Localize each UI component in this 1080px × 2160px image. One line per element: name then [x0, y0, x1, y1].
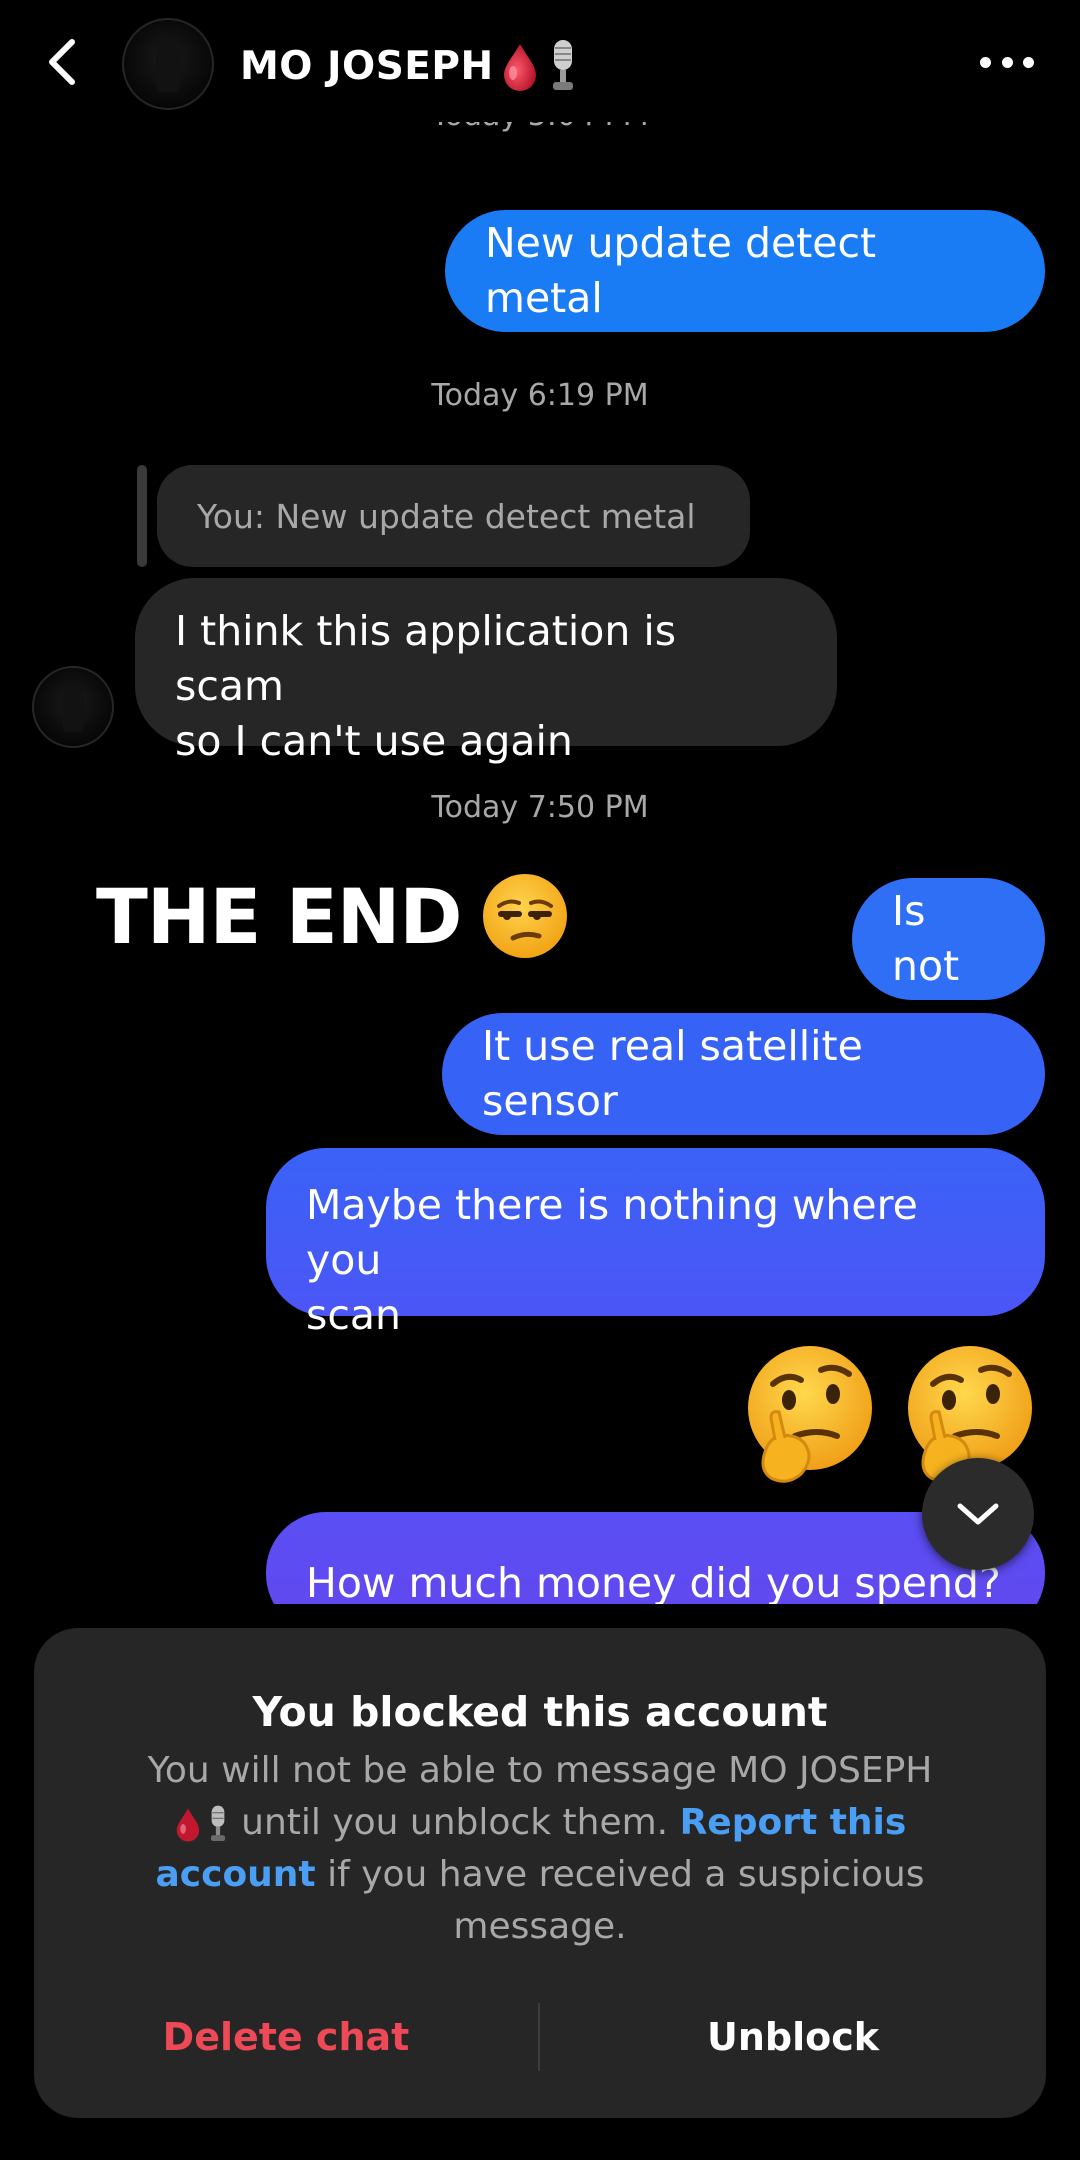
contact-header[interactable]: MO JOSEPH — [240, 38, 580, 94]
thinking-face-emoji — [748, 1346, 872, 1483]
outgoing-message[interactable]: Maybe there is nothing where you scan — [266, 1148, 1045, 1339]
message-text-line: I think this application is scam — [175, 607, 677, 710]
message-text-line: Maybe there is nothing where you — [306, 1181, 918, 1284]
more-dot — [1001, 56, 1013, 68]
scroll-to-bottom-button[interactable] — [922, 1458, 1034, 1570]
unamused-face-emoji — [483, 874, 568, 958]
overlay-caption: THE END — [96, 868, 569, 964]
back-button[interactable] — [40, 34, 86, 90]
reply-quote[interactable]: You: New update detect metal — [157, 465, 750, 567]
blocked-description: You will not be able to message MO JOSEP… — [124, 1745, 956, 1953]
reply-quote-text: You: New update detect metal — [197, 496, 696, 536]
name-icons — [174, 1804, 230, 1844]
blocked-text: if you have received a suspicious messag… — [327, 1854, 925, 1947]
microphone-icon — [210, 1805, 225, 1841]
contact-name: MO JOSEPH — [240, 43, 494, 89]
report-link-part: account — [155, 1854, 316, 1895]
message-text: New update detect metal — [485, 219, 877, 322]
blocked-account-panel: You blocked this account You will not be… — [34, 1628, 1046, 2118]
timestamp: Today 6:19 PM — [431, 378, 649, 413]
reply-indicator-bar — [137, 465, 147, 567]
unblock-button[interactable]: Unblock — [540, 2003, 1046, 2071]
outgoing-message[interactable]: It use real satellite sensor — [442, 1013, 1045, 1135]
message-text: It use real satellite sensor — [482, 1022, 863, 1125]
blood-drop-icon — [176, 1808, 199, 1842]
sender-avatar[interactable] — [32, 666, 114, 748]
blood-drop-icon — [503, 44, 536, 91]
blocked-text: You will not be able to message MO JOSEP… — [147, 1750, 933, 1791]
timestamp: Today 7:50 PM — [431, 790, 649, 825]
blocked-text: until you unblock them. — [241, 1802, 669, 1843]
message-text-line: scan — [306, 1291, 402, 1339]
more-options-button[interactable] — [980, 52, 1034, 72]
incoming-message[interactable]: I think this application is scam so I ca… — [135, 578, 837, 765]
outgoing-message[interactable]: Is not — [852, 878, 1045, 1000]
chevron-down-icon — [957, 1503, 999, 1525]
message-text: How much money did you spend? — [306, 1559, 1001, 1604]
more-dot — [1023, 56, 1034, 68]
blocked-title: You blocked this account — [252, 1688, 828, 1736]
contact-avatar[interactable] — [122, 18, 214, 110]
message-text: Is not — [892, 887, 960, 990]
timestamp: Today 5:04 PM — [0, 122, 1080, 162]
message-text-line: so I can't use again — [175, 717, 573, 765]
report-link-part: Report this — [679, 1802, 907, 1843]
delete-chat-button[interactable]: Delete chat — [34, 2003, 538, 2071]
microphone-icon — [552, 40, 573, 90]
more-dot — [980, 56, 991, 68]
chevron-left-icon — [49, 39, 75, 85]
overlay-caption-text: THE END — [96, 871, 462, 961]
outgoing-message[interactable]: New update detect metal — [445, 210, 1045, 332]
